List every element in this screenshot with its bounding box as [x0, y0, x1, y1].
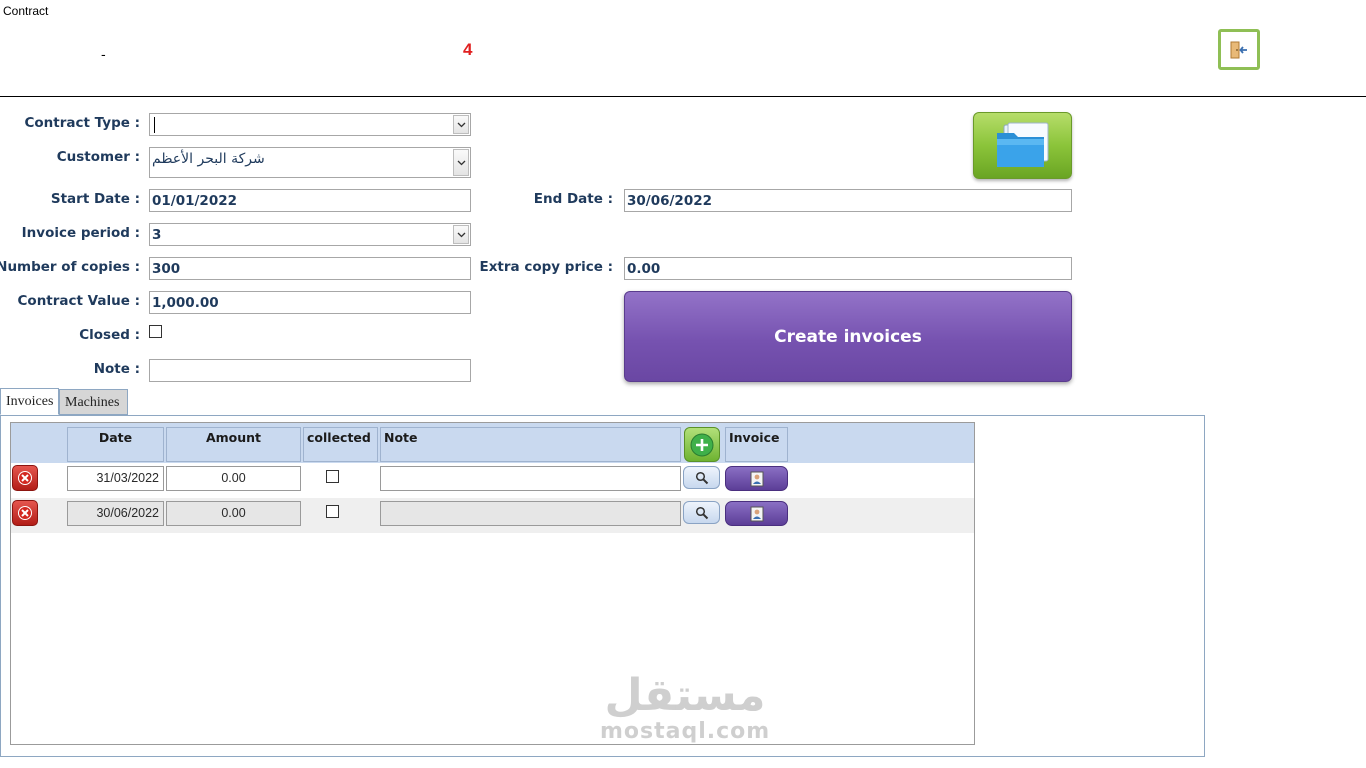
contract-value-label: Contract Value :: [17, 293, 140, 309]
search-icon: [695, 506, 708, 519]
column-header-invoice[interactable]: Invoice: [725, 427, 788, 462]
customer-dropdown-button[interactable]: [453, 149, 469, 176]
invoice-period-label: Invoice period :: [21, 225, 140, 241]
column-header-collected[interactable]: collected: [303, 427, 378, 462]
window-title: Contract: [3, 4, 49, 18]
add-invoice-button[interactable]: [684, 427, 720, 462]
header-dash: -: [101, 48, 106, 63]
plus-icon: [690, 433, 714, 456]
customer-value: شركة البحر الأعظم: [152, 151, 265, 167]
extra-copy-price-label: Extra copy price :: [479, 259, 614, 275]
contract-value-field[interactable]: 1,000.00: [149, 291, 471, 314]
invoices-grid: Date Amount collected Note Invoice 31/03…: [10, 422, 975, 745]
invoice-note-cell[interactable]: [380, 501, 681, 526]
invoice-amount-cell[interactable]: 0.00: [166, 501, 301, 526]
column-header-note[interactable]: Note: [380, 427, 681, 462]
chevron-down-icon: [457, 122, 465, 127]
contract-type-select[interactable]: [149, 113, 471, 136]
delete-row-button[interactable]: [12, 500, 38, 526]
search-button[interactable]: [683, 501, 720, 524]
collected-checkbox[interactable]: [326, 505, 339, 518]
invoice-date-cell[interactable]: 31/03/2022: [67, 466, 164, 491]
tab-invoices[interactable]: Invoices: [0, 388, 59, 415]
invoice-period-dropdown-button[interactable]: [453, 225, 469, 244]
search-button[interactable]: [683, 466, 720, 489]
open-folder-button[interactable]: [973, 112, 1072, 179]
start-date-field[interactable]: 01/01/2022: [149, 189, 471, 212]
extra-copy-price-field[interactable]: 0.00: [624, 257, 1072, 280]
customer-label: Customer :: [56, 149, 140, 165]
folder-icon: [996, 122, 1048, 167]
contract-type-label: Contract Type :: [24, 115, 141, 131]
exit-button[interactable]: [1218, 29, 1260, 70]
invoice-note-cell[interactable]: [380, 466, 681, 491]
number-of-copies-label: Number of copies :: [0, 259, 140, 275]
table-row: 31/03/2022 0.00: [11, 463, 974, 498]
contract-type-dropdown-button[interactable]: [453, 115, 469, 134]
end-date-label: End Date :: [533, 191, 613, 207]
delete-row-button[interactable]: [12, 465, 38, 491]
note-label: Note :: [93, 361, 140, 377]
invoice-amount-cell[interactable]: 0.00: [166, 466, 301, 491]
note-field[interactable]: [149, 359, 471, 382]
chevron-down-icon: [457, 160, 465, 165]
closed-label: Closed :: [79, 327, 140, 343]
open-invoice-button[interactable]: [725, 466, 788, 491]
text-cursor: [154, 117, 155, 133]
chevron-down-icon: [457, 232, 465, 237]
column-header-amount[interactable]: Amount: [166, 427, 301, 462]
close-icon: [18, 471, 32, 485]
collected-checkbox[interactable]: [326, 470, 339, 483]
close-icon: [18, 506, 32, 520]
invoice-period-value: 3: [152, 227, 162, 243]
closed-checkbox[interactable]: [149, 325, 162, 338]
grid-header: Date Amount collected Note Invoice: [11, 423, 974, 463]
end-date-field[interactable]: 30/06/2022: [624, 189, 1072, 212]
invoice-period-select[interactable]: 3: [149, 223, 471, 246]
number-of-copies-field[interactable]: 300: [149, 257, 471, 280]
search-icon: [695, 471, 708, 484]
contact-card-icon: [750, 471, 763, 486]
contact-card-icon: [750, 506, 763, 521]
column-header-date[interactable]: Date: [67, 427, 164, 462]
invoice-date-cell[interactable]: 30/06/2022: [67, 501, 164, 526]
tab-machines[interactable]: Machines: [59, 389, 128, 415]
open-invoice-button[interactable]: [725, 501, 788, 526]
header-divider: [0, 96, 1366, 97]
exit-door-icon: [1230, 41, 1247, 58]
record-number: 4: [463, 40, 473, 59]
start-date-label: Start Date :: [50, 191, 140, 207]
create-invoices-button[interactable]: Create invoices: [624, 291, 1072, 382]
customer-select[interactable]: شركة البحر الأعظم: [149, 147, 471, 178]
table-row: 30/06/2022 0.00: [11, 498, 974, 533]
